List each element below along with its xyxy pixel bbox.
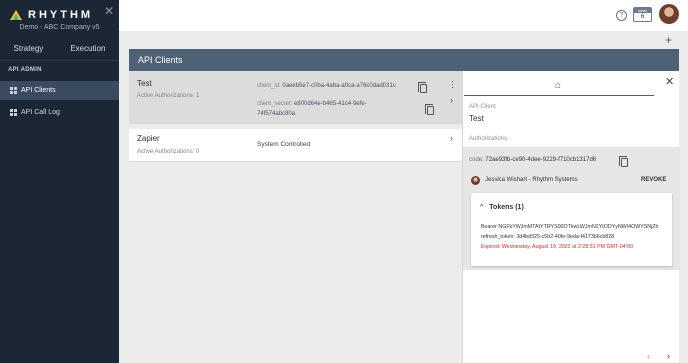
tokens-title: Tokens (1) (489, 204, 524, 211)
token-expired: Expired: Wednesday, August 10, 2022 at 2… (481, 244, 634, 250)
client-detail-pane: ⌂ ✕ API Client Test Authorizations code:… (462, 71, 680, 363)
client-name: Zapier (137, 134, 160, 143)
code-row: code: 72ae93fb-ce90-4dee-9229-f710cb1317… (469, 157, 596, 163)
sidebar-item-api-call-log[interactable]: API Call Log (0, 103, 119, 122)
home-icon[interactable]: ⌂ (555, 80, 561, 91)
client-secret-value-cont: 74f574abc80a (257, 111, 296, 117)
avatar (471, 176, 480, 185)
tab-underline (464, 95, 654, 96)
client-secret-cont: 74f574abc80a (257, 111, 295, 117)
sidebar-item-label: API Clients (21, 87, 56, 94)
authorization-card: code: 72ae93fb-ce90-4dee-9229-f710cb1317… (463, 147, 680, 270)
client-status: System Controlled (257, 141, 311, 148)
chevron-right-icon[interactable]: › (450, 95, 453, 105)
chevron-right-icon[interactable]: › (450, 133, 453, 143)
client-authorizations: Active Authorizations: 0 (137, 149, 200, 155)
week-number: 6 (640, 14, 645, 20)
grid-icon (10, 87, 17, 94)
client-authorizations: Active Authorizations: 1 (137, 93, 200, 99)
authorizations-label: Authorizations (469, 136, 508, 142)
logo-text: RHYTHM (28, 9, 94, 21)
rhythm-logo-icon (10, 10, 22, 20)
client-name: Test (137, 79, 152, 88)
api-client-value: Test (469, 114, 484, 123)
week-badge[interactable]: week 6 (633, 7, 652, 22)
sidebar-item-label: API Call Log (21, 109, 60, 116)
grid-icon (10, 109, 17, 116)
add-client-button[interactable]: + (665, 33, 672, 47)
help-icon[interactable]: ? (616, 10, 627, 21)
next-page-icon[interactable]: › (667, 351, 670, 361)
tokens-panel: ^ Tokens (1) Bearer NGFkYWJmMTAtYTRYS00OT… (471, 193, 672, 266)
sidebar: RHYTHM ✕ Demo - ABC Company v5 Strategy … (0, 0, 119, 363)
top-bar (119, 0, 688, 31)
chevron-up-icon: ^ (480, 204, 484, 211)
code-label: code: (469, 157, 484, 163)
revoke-button[interactable]: REVOKE (641, 177, 666, 183)
section-label-api-admin: API ADMIN (8, 67, 42, 73)
authorized-user: Jessica Wishart - Rhythm Systems (485, 177, 578, 183)
mode-switch: Strategy Execution (0, 44, 119, 53)
mode-execution[interactable]: Execution (70, 44, 105, 53)
copy-icon[interactable] (619, 156, 628, 167)
logo[interactable]: RHYTHM (10, 9, 93, 21)
client-secret-label: client_secret: (257, 101, 293, 107)
close-icon[interactable]: ✕ (665, 75, 674, 88)
company-name: Demo - ABC Company v5 (19, 24, 100, 31)
client-card-zapier[interactable]: Zapier Active Authorizations: 0 System C… (129, 129, 462, 162)
prev-page-icon[interactable]: ‹ (647, 351, 650, 361)
sidebar-item-api-clients[interactable]: API Clients (0, 81, 119, 100)
mode-strategy[interactable]: Strategy (14, 44, 44, 53)
refresh-token: refresh_token: 3d4bd325-c5b2-40fe-9eda-f… (481, 234, 615, 240)
tokens-header[interactable]: ^ Tokens (1) (480, 204, 524, 211)
sidebar-divider (0, 60, 119, 61)
bearer-token: Bearer NGFkYWJmMTAtYTRYS00OTkwLWJmN2YtOD… (481, 224, 659, 230)
client-secret-value: e800d64e-b465-41c4-9efe- (294, 101, 367, 107)
user-avatar[interactable] (659, 4, 679, 24)
close-sidebar-icon[interactable]: ✕ (104, 4, 114, 18)
client-card-test[interactable]: Test Active Authorizations: 1 client_id:… (129, 71, 462, 124)
copy-icon[interactable] (418, 82, 427, 93)
client-id-label: client_id: (257, 83, 281, 89)
client-id-value: 0aeeb5e7-c0ba-4aba-a0ca-a76c0dad031c (282, 83, 396, 89)
code-value: 72ae93fb-ce90-4dee-9229-f710cb1317d6 (485, 157, 597, 163)
copy-icon[interactable] (425, 104, 434, 115)
more-vert-icon[interactable]: · · · (451, 77, 454, 92)
page-title: API Clients (129, 49, 679, 71)
client-id-row: client_id: 0aeeb5e7-c0ba-4aba-a0ca-a76c0… (257, 83, 396, 89)
api-client-label: API Client (469, 104, 496, 110)
client-secret-row: client_secret: e800d64e-b465-41c4-9efe- (257, 101, 367, 107)
